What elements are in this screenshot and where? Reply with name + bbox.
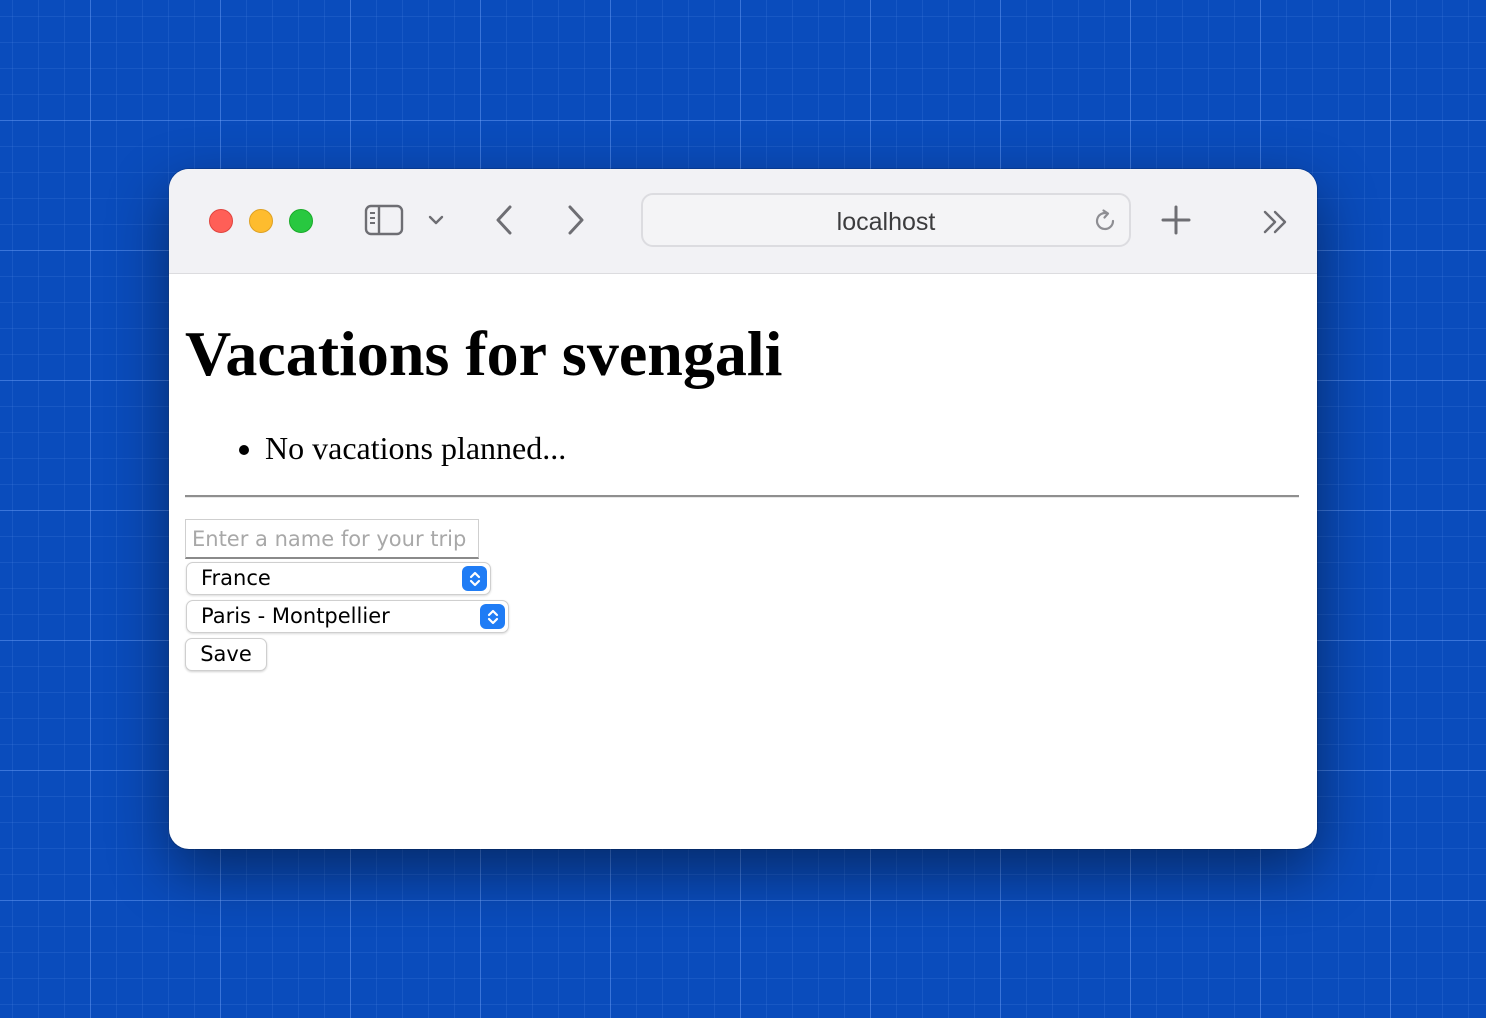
chevron-left-icon[interactable]: [489, 202, 519, 238]
select-arrows-icon: [462, 566, 487, 591]
list-item: No vacations planned...: [265, 428, 566, 468]
browser-toolbar: localhost: [169, 169, 1317, 274]
sidebar-icon[interactable]: [364, 203, 404, 237]
save-button[interactable]: Save: [185, 638, 267, 671]
page-content: Vacations for svengali No vacations plan…: [169, 274, 1317, 849]
country-select[interactable]: France: [186, 562, 491, 595]
country-select-value: France: [201, 566, 271, 590]
divider: [185, 495, 1299, 498]
address-bar[interactable]: localhost: [641, 193, 1131, 247]
trip-name-input[interactable]: [185, 519, 479, 559]
close-window-button[interactable]: [209, 209, 233, 233]
page-title: Vacations for svengali: [185, 318, 783, 389]
reload-icon[interactable]: [1091, 207, 1119, 235]
chevron-right-icon[interactable]: [561, 202, 591, 238]
select-arrows-icon: [480, 604, 505, 629]
route-select-value: Paris - Montpellier: [201, 604, 390, 628]
address-text: localhost: [836, 208, 936, 236]
browser-window: localhost Vacations for svengali N: [169, 169, 1317, 849]
minimize-window-button[interactable]: [249, 209, 273, 233]
plus-icon[interactable]: [1159, 203, 1193, 237]
vacation-list: No vacations planned...: [225, 428, 566, 468]
double-chevron-right-icon[interactable]: [1261, 207, 1291, 237]
maximize-window-button[interactable]: [289, 209, 313, 233]
route-select[interactable]: Paris - Montpellier: [186, 600, 509, 633]
chevron-down-icon[interactable]: [425, 209, 447, 231]
